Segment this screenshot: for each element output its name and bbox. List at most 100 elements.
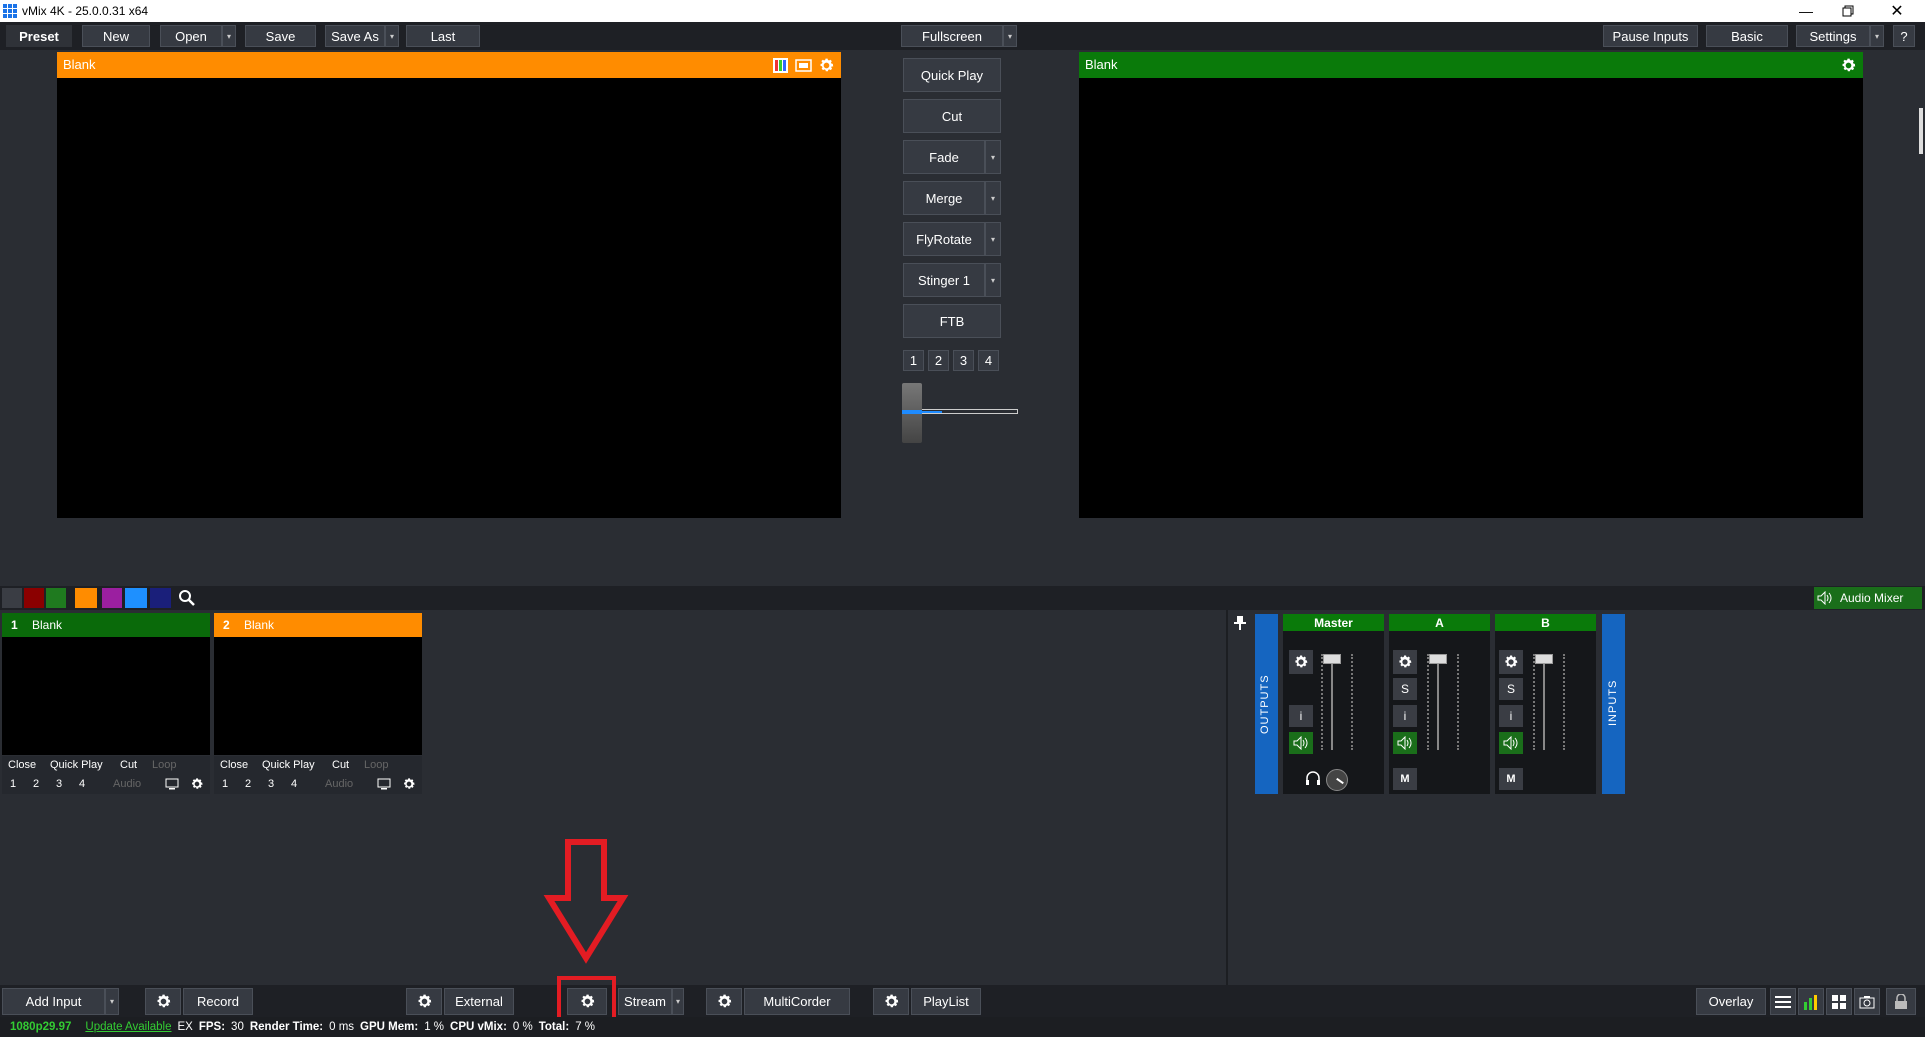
stream-button[interactable]: Stream bbox=[618, 988, 672, 1015]
mute-button[interactable]: M bbox=[1393, 768, 1417, 790]
preview-screen[interactable] bbox=[57, 78, 841, 518]
fullscreen-button[interactable]: Fullscreen bbox=[901, 25, 1003, 47]
transition-2-button[interactable]: 2 bbox=[928, 350, 949, 371]
restore-icon[interactable] bbox=[1828, 0, 1868, 22]
quick-play-button[interactable]: Quick Play bbox=[903, 58, 1001, 92]
gear-icon[interactable] bbox=[1840, 57, 1857, 74]
fade-dropdown-icon[interactable]: ▾ bbox=[985, 140, 1001, 174]
save-as-button[interactable]: Save As bbox=[325, 25, 385, 47]
transition-1-button[interactable]: 1 bbox=[903, 350, 924, 371]
inputs-tab[interactable]: INPUTS bbox=[1602, 614, 1625, 794]
preset-button[interactable]: Preset bbox=[6, 25, 72, 47]
solo-button[interactable]: S bbox=[1393, 678, 1417, 700]
color-tag-navy[interactable] bbox=[150, 588, 171, 608]
gear-icon[interactable] bbox=[1393, 650, 1417, 674]
merge-button[interactable]: Merge bbox=[903, 181, 985, 215]
preview-display-icon[interactable] bbox=[795, 58, 812, 73]
volume-fader[interactable] bbox=[1323, 654, 1341, 664]
overlay-1-button[interactable]: 1 bbox=[222, 778, 228, 790]
transition-3-button[interactable]: 3 bbox=[953, 350, 974, 371]
input-close-button[interactable]: Close bbox=[220, 759, 248, 771]
fade-button[interactable]: Fade bbox=[903, 140, 985, 174]
output-screen[interactable] bbox=[1079, 78, 1863, 518]
color-tag-blue[interactable] bbox=[125, 588, 147, 608]
input-header[interactable]: 1 Blank bbox=[2, 613, 210, 637]
playlist-button[interactable]: PlayList bbox=[911, 988, 981, 1015]
open-dropdown-icon[interactable]: ▾ bbox=[222, 25, 236, 47]
external-button[interactable]: External bbox=[444, 988, 514, 1015]
overlay-button[interactable]: Overlay bbox=[1696, 988, 1766, 1015]
overlay-1-button[interactable]: 1 bbox=[10, 778, 16, 790]
open-button[interactable]: Open bbox=[160, 25, 222, 47]
minimize-icon[interactable]: — bbox=[1786, 0, 1826, 22]
scrollbar-thumb[interactable] bbox=[1919, 108, 1923, 154]
gear-icon[interactable] bbox=[190, 777, 204, 791]
multicorder-settings-button[interactable] bbox=[706, 988, 742, 1015]
stinger-dropdown-icon[interactable]: ▾ bbox=[985, 263, 1001, 297]
record-settings-button[interactable] bbox=[145, 988, 181, 1015]
add-input-dropdown-icon[interactable]: ▾ bbox=[105, 988, 119, 1015]
grid-view-icon[interactable] bbox=[1826, 988, 1852, 1015]
close-window-icon[interactable]: ✕ bbox=[1875, 0, 1919, 22]
external-settings-button[interactable] bbox=[406, 988, 442, 1015]
input-header[interactable]: 2 Blank bbox=[214, 613, 422, 637]
outputs-tab[interactable]: OUTPUTS bbox=[1255, 614, 1278, 794]
save-as-dropdown-icon[interactable]: ▾ bbox=[385, 25, 399, 47]
audio-mixer-toggle[interactable]: Audio Mixer bbox=[1814, 587, 1922, 609]
gear-icon[interactable] bbox=[1289, 650, 1313, 674]
ftb-button[interactable]: FTB bbox=[903, 304, 1001, 338]
speaker-icon[interactable] bbox=[1393, 732, 1417, 754]
stream-settings-button[interactable] bbox=[567, 988, 607, 1015]
multicorder-button[interactable]: MultiCorder bbox=[744, 988, 850, 1015]
snapshot-icon[interactable] bbox=[1854, 988, 1880, 1015]
overlay-3-button[interactable]: 3 bbox=[268, 778, 274, 790]
overlay-2-button[interactable]: 2 bbox=[33, 778, 39, 790]
color-tag-green[interactable] bbox=[46, 588, 66, 608]
settings-button[interactable]: Settings bbox=[1796, 25, 1870, 47]
list-view-icon[interactable] bbox=[1770, 988, 1796, 1015]
monitor-icon[interactable] bbox=[165, 778, 179, 790]
mute-button[interactable]: M bbox=[1499, 768, 1523, 790]
info-button[interactable]: i bbox=[1393, 705, 1417, 727]
color-bars-icon[interactable] bbox=[773, 58, 788, 73]
last-button[interactable]: Last bbox=[406, 25, 480, 47]
fullscreen-dropdown-icon[interactable]: ▾ bbox=[1003, 25, 1017, 47]
input-thumbnail[interactable] bbox=[214, 637, 422, 755]
overlay-4-button[interactable]: 4 bbox=[79, 778, 85, 790]
basic-button[interactable]: Basic bbox=[1706, 25, 1788, 47]
update-available-link[interactable]: Update Available bbox=[85, 1021, 171, 1033]
input-cut-button[interactable]: Cut bbox=[332, 759, 349, 771]
input-audio-button[interactable]: Audio bbox=[325, 778, 353, 790]
overlay-4-button[interactable]: 4 bbox=[291, 778, 297, 790]
pin-icon[interactable] bbox=[1230, 613, 1250, 633]
input-loop-button[interactable]: Loop bbox=[152, 759, 176, 771]
solo-button[interactable]: S bbox=[1499, 678, 1523, 700]
pause-inputs-button[interactable]: Pause Inputs bbox=[1603, 25, 1698, 47]
monitor-icon[interactable] bbox=[377, 778, 391, 790]
gear-icon[interactable] bbox=[1499, 650, 1523, 674]
merge-dropdown-icon[interactable]: ▾ bbox=[985, 181, 1001, 215]
record-button[interactable]: Record bbox=[183, 988, 253, 1015]
overlay-2-button[interactable]: 2 bbox=[245, 778, 251, 790]
color-tag-purple[interactable] bbox=[102, 588, 122, 608]
color-tag-orange[interactable] bbox=[75, 588, 97, 608]
info-button[interactable]: i bbox=[1289, 705, 1313, 727]
input-cut-button[interactable]: Cut bbox=[120, 759, 137, 771]
settings-dropdown-icon[interactable]: ▾ bbox=[1870, 25, 1884, 47]
t-bar-handle[interactable] bbox=[902, 383, 922, 443]
flyrotate-dropdown-icon[interactable]: ▾ bbox=[985, 222, 1001, 256]
info-button[interactable]: i bbox=[1499, 705, 1523, 727]
lock-icon[interactable] bbox=[1886, 988, 1916, 1015]
help-button[interactable]: ? bbox=[1893, 25, 1915, 47]
search-icon[interactable] bbox=[178, 589, 196, 607]
overlay-3-button[interactable]: 3 bbox=[56, 778, 62, 790]
input-quick-play-button[interactable]: Quick Play bbox=[262, 759, 315, 771]
color-tag-red[interactable] bbox=[24, 588, 44, 608]
cut-button[interactable]: Cut bbox=[903, 99, 1001, 133]
gear-icon[interactable] bbox=[818, 57, 835, 74]
audio-levels-icon[interactable] bbox=[1798, 988, 1824, 1015]
add-input-button[interactable]: Add Input bbox=[2, 988, 105, 1015]
input-close-button[interactable]: Close bbox=[8, 759, 36, 771]
speaker-icon[interactable] bbox=[1289, 732, 1313, 754]
volume-fader[interactable] bbox=[1429, 654, 1447, 664]
